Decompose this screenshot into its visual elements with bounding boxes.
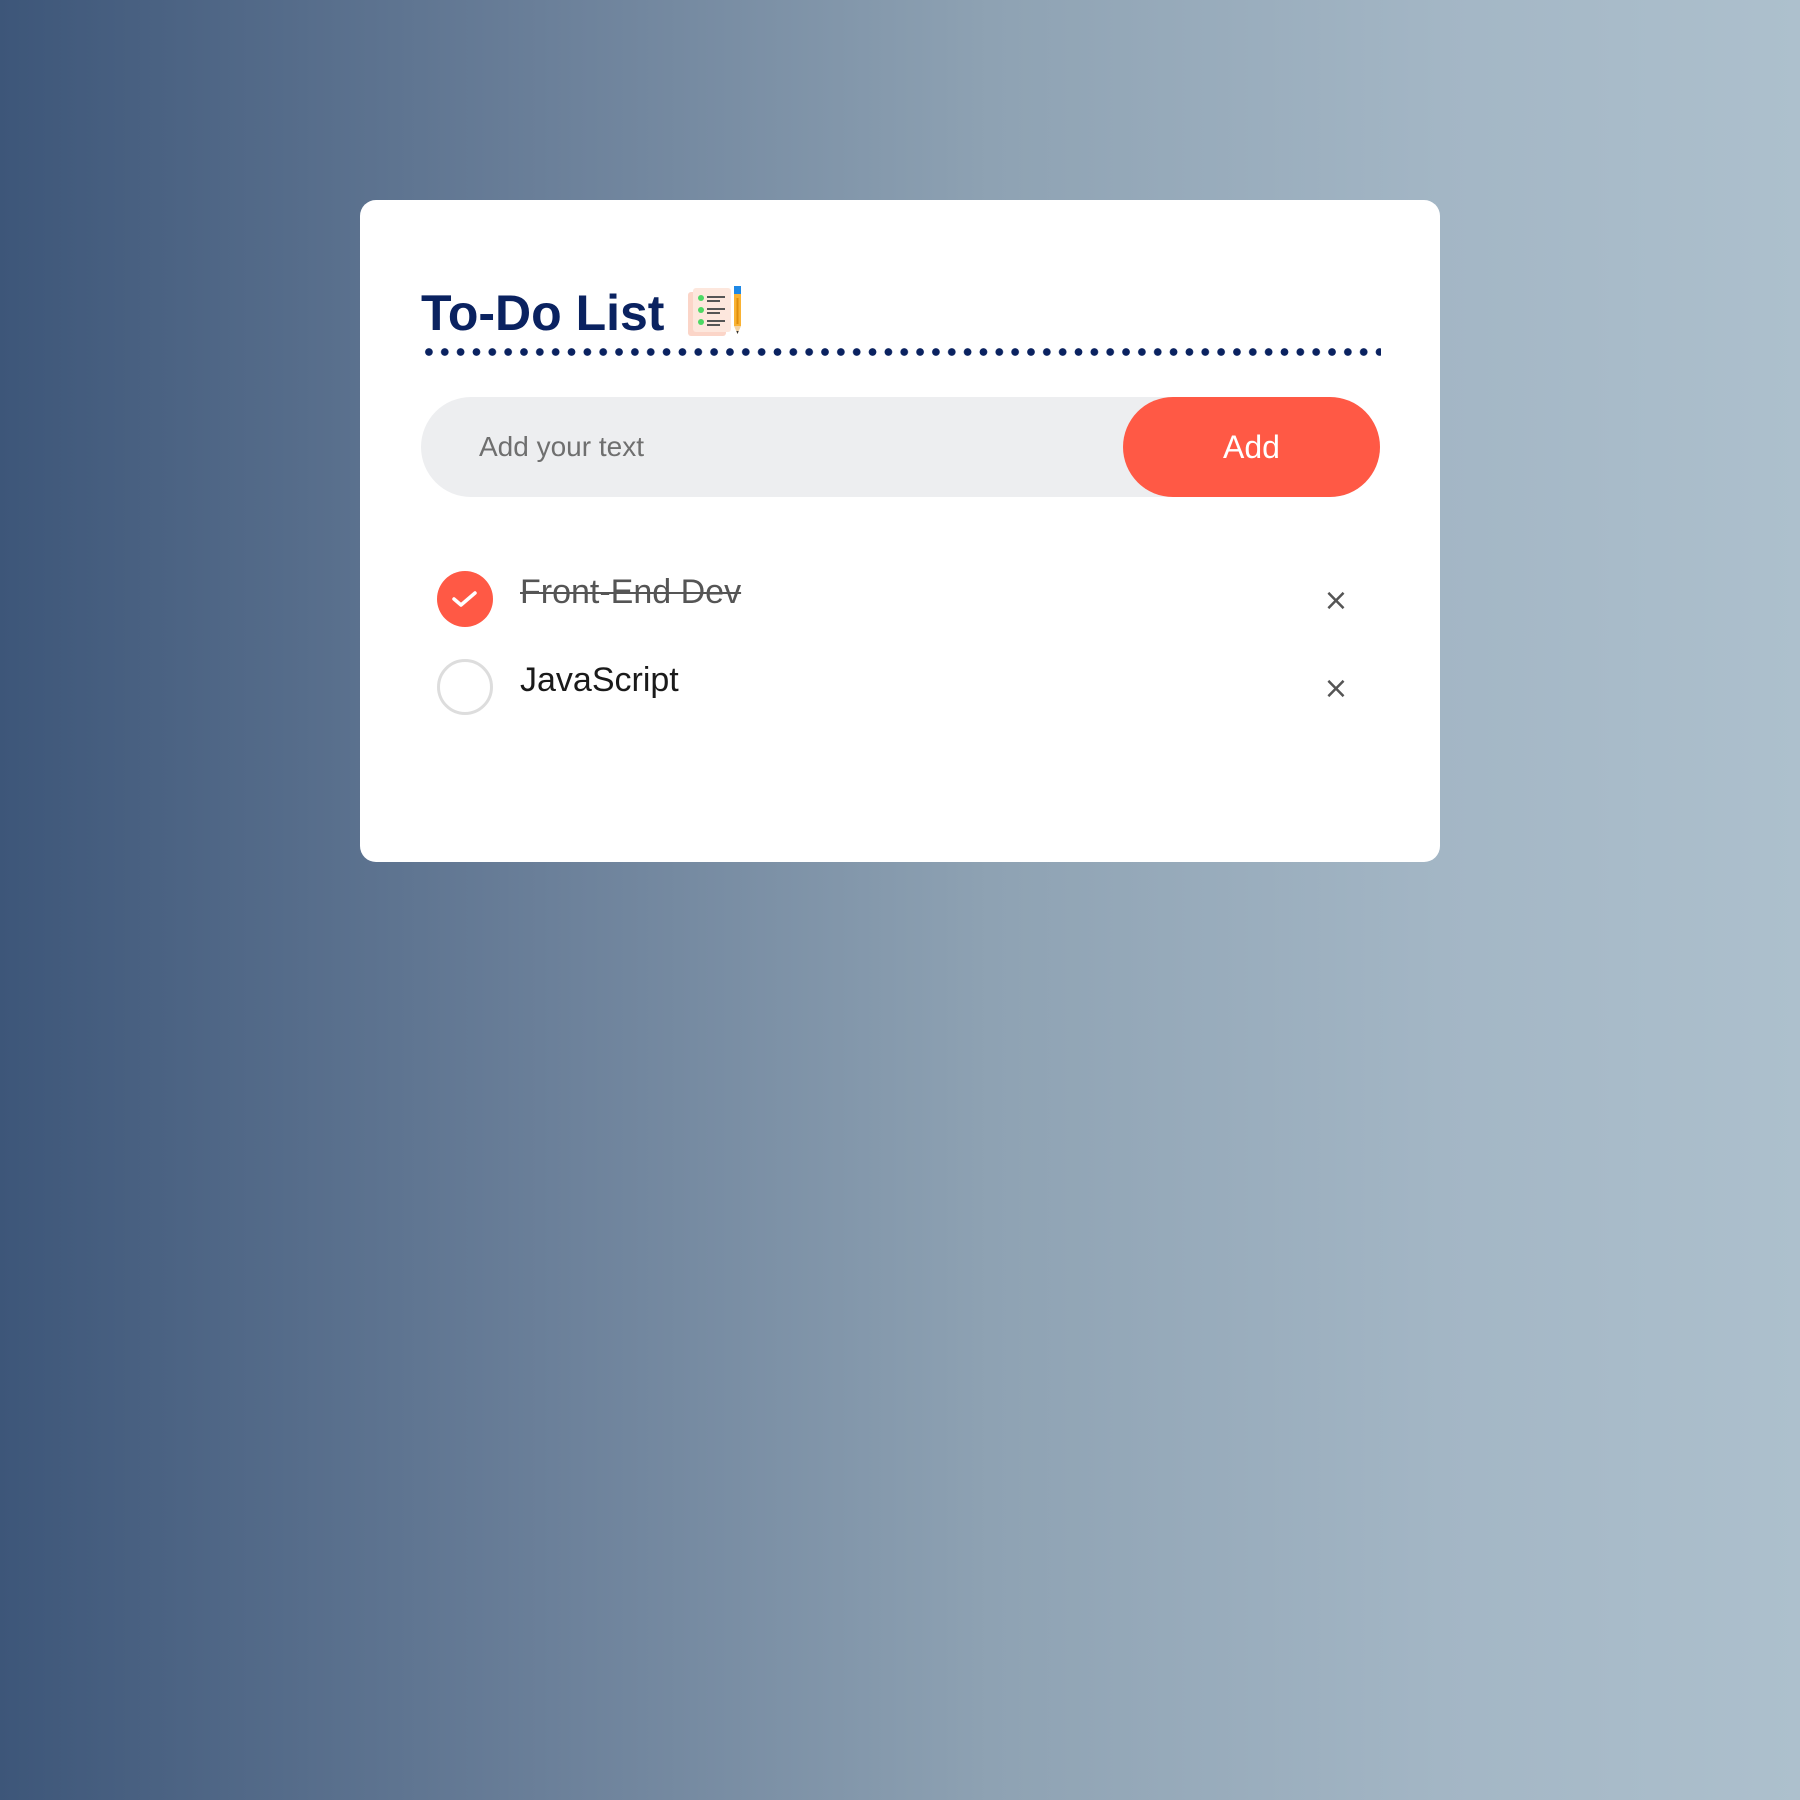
page-title: To-Do List (421, 285, 665, 341)
dotted-divider (421, 348, 1381, 356)
checkmark-icon (452, 591, 477, 607)
notes-pencil-icon (686, 284, 744, 338)
todo-text-input[interactable] (421, 397, 1121, 497)
todo-card: To-Do List Add your text Add Front-End D… (360, 200, 1440, 862)
header: To-Do List (421, 280, 744, 346)
todo-item-label: Front-End Dev (520, 573, 742, 611)
todo-item-javascript[interactable]: JavaScript × (421, 648, 1380, 736)
todo-list: Front-End Dev × JavaScript × (421, 560, 1380, 736)
todo-item-label: JavaScript (520, 661, 679, 699)
close-icon[interactable]: × (1316, 660, 1356, 716)
checked-circle-checkbox[interactable] (437, 571, 493, 627)
close-icon[interactable]: × (1316, 572, 1356, 628)
todo-item-front-end-dev[interactable]: Front-End Dev × (421, 560, 1380, 648)
unchecked-circle-checkbox[interactable] (437, 659, 493, 715)
add-row: Add (421, 397, 1380, 497)
add-button[interactable]: Add (1123, 397, 1380, 497)
